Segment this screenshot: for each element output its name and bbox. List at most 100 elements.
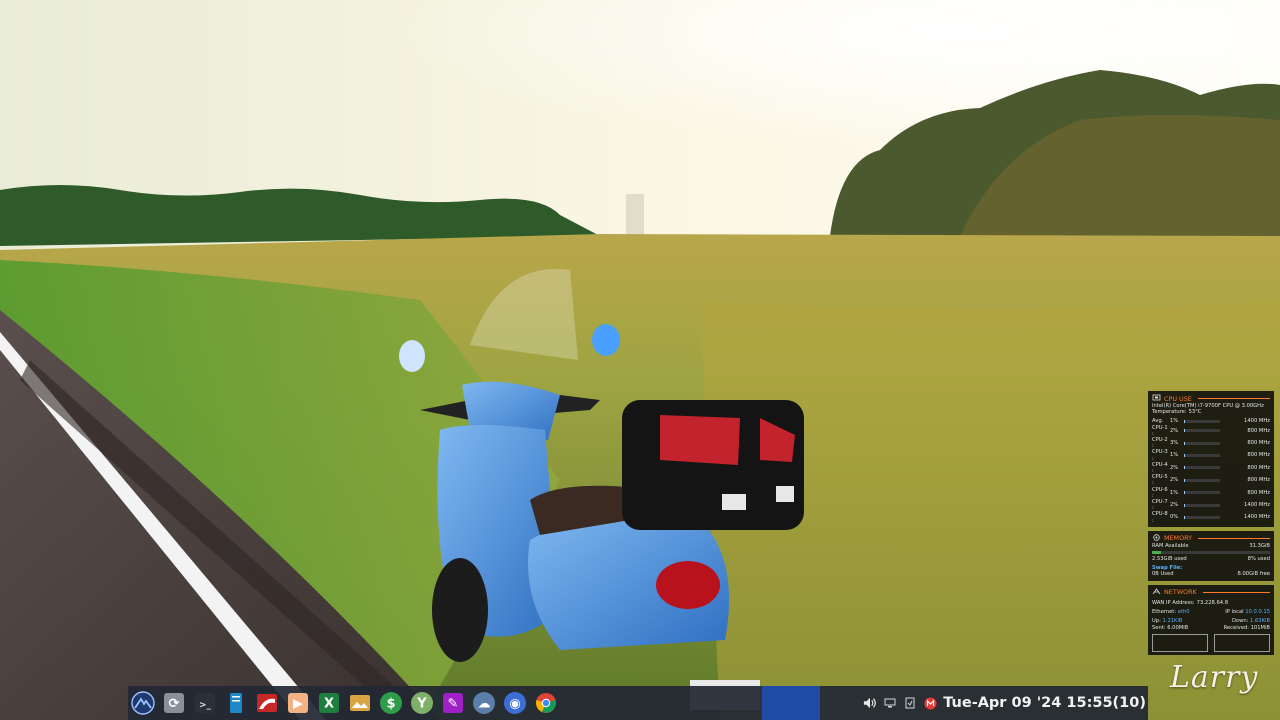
cpu-core-percent: 2% [1170, 477, 1179, 484]
ram-label: RAM Available [1152, 542, 1189, 549]
up-rate: 1.21KiB [1162, 618, 1183, 625]
ip-local: 10.0.0.15 [1245, 608, 1270, 615]
cpu-core-bar-fill [1184, 478, 1185, 482]
cpu-core-percent: 1% [1170, 452, 1179, 459]
memory-icon [1152, 534, 1161, 543]
cpu-core-label: CPU-8 : [1152, 511, 1168, 524]
taskbar: ⟳ >_ ▶ X $ Y ✎ ☁ ◉ Tue-Apr 09 '24 15:55(… [128, 686, 1148, 720]
spreadsheet-icon[interactable]: X [316, 690, 342, 716]
cpu-core-label: CPU-6 : [1152, 486, 1168, 499]
cpu-core-label: CPU-3 : [1152, 449, 1168, 462]
ram-usage-fill [1152, 551, 1162, 555]
cpu-temperature-label: Temperature: [1152, 409, 1187, 415]
sent-label: Sent: [1152, 624, 1166, 631]
memory-header-label: MEMORY [1164, 534, 1193, 543]
cpu-core-frequency: 800 MHz [1247, 427, 1270, 434]
cpu-core-bar [1184, 491, 1220, 495]
ram-used: 2.53GiB used [1152, 556, 1187, 563]
cpu-core-frequency: 800 MHz [1247, 452, 1270, 459]
received-total: 101MiB [1250, 624, 1270, 631]
network-icon [1152, 587, 1161, 597]
cpu-core-row: CPU-5 :2% 800 MHz [1152, 474, 1270, 486]
cpu-core-percent: 3% [1170, 440, 1179, 446]
cpu-core-bar-fill [1184, 491, 1185, 495]
svg-text:>_: >_ [199, 701, 212, 711]
cpu-core-bar-fill [1184, 429, 1185, 433]
taskbar-clock[interactable]: Tue-Apr 09 '24 15:55(10) [943, 695, 1146, 711]
cpu-header-label: CPU USE [1164, 394, 1192, 403]
cpu-panel: CPU USE Intel(R) Core(TM) i7-9700F CPU @… [1148, 391, 1274, 527]
ram-usage-bar [1152, 551, 1270, 555]
download-graph [1214, 633, 1270, 652]
file-manager-icon[interactable] [223, 690, 249, 716]
cpu-core-bar [1184, 454, 1220, 458]
network-tray-icon[interactable] [883, 696, 897, 710]
refresh-icon[interactable]: ⟳ [161, 690, 187, 716]
swap-free: 8.00GiB free [1237, 571, 1270, 578]
upload-graph [1152, 633, 1208, 652]
cpu-core-bar-fill [1184, 503, 1185, 507]
received-label: Received: [1223, 624, 1249, 631]
cpu-core-label: CPU-2 : [1152, 436, 1168, 450]
cpu-core-percent: 2% [1170, 502, 1179, 509]
active-window-button[interactable] [762, 686, 820, 720]
cpu-core-bar [1184, 503, 1220, 507]
cpu-core-bar-fill [1184, 441, 1186, 445]
tools-icon[interactable]: Y [409, 690, 435, 716]
ram-used-percent: 8% used [1247, 556, 1270, 563]
cpu-core-bar [1184, 441, 1220, 445]
weather-icon[interactable]: ☁ [471, 690, 497, 716]
memory-panel: MEMORY RAM Available 31.3GiB 2.53GiB use… [1148, 530, 1274, 581]
svg-text:⟳: ⟳ [169, 697, 180, 712]
text-editor-icon[interactable]: ✎ [440, 690, 466, 716]
ethernet-iface: eth0 [1177, 608, 1190, 615]
cpu-core-bar [1184, 429, 1220, 433]
swap-row: 0B Used 8.00GiB free [1152, 571, 1270, 577]
cpu-core-bar [1184, 466, 1220, 470]
red-app-icon[interactable] [254, 690, 280, 716]
cpu-core-label: CPU-1 : [1152, 424, 1168, 437]
cpu-core-frequency: 800 MHz [1247, 464, 1270, 471]
ethernet-label: Ethernet: [1152, 608, 1177, 615]
cpu-core-label: CPU-5 : [1152, 474, 1168, 487]
wan-label: WAN IP Address: [1152, 599, 1195, 606]
ram-row: RAM Available 31.3GiB [1152, 543, 1270, 549]
browser-icon[interactable]: ◉ [502, 690, 528, 716]
svg-text:▶: ▶ [293, 697, 303, 712]
updater-tray-icon[interactable] [903, 696, 917, 710]
cpu-core-list: Avg. 1% 1400 MHz CPU-1 :2% 800 MHz CPU-2 :3% 8… [1152, 418, 1270, 523]
wallpaper-signature: Larry [1170, 660, 1259, 695]
volume-icon[interactable] [863, 696, 877, 710]
cpu-core-row: CPU-3 :1% 800 MHz [1152, 449, 1270, 461]
svg-text:Y: Y [416, 697, 427, 712]
cpu-core-frequency: 1400 MHz [1244, 502, 1270, 509]
svg-text:☁: ☁ [478, 697, 491, 712]
svg-text:X: X [324, 697, 334, 712]
swap-used: 0B Used [1152, 571, 1174, 578]
media-player-icon[interactable]: ▶ [285, 690, 311, 716]
cpu-core-percent: 2% [1170, 464, 1179, 471]
system-tray: Tue-Apr 09 '24 15:55(10) [863, 686, 1148, 720]
cpu-temperature-value: 53°C [1188, 409, 1202, 415]
mx-menu-icon[interactable] [130, 690, 156, 716]
network-header-label: NETWORK [1164, 588, 1197, 597]
photo-viewer-icon[interactable] [347, 690, 373, 716]
up-label: Up: [1152, 618, 1161, 625]
cpu-icon [1152, 394, 1161, 403]
svg-text:◉: ◉ [509, 697, 520, 712]
cpu-core-row: CPU-7 :2% 1400 MHz [1152, 499, 1270, 511]
cpu-header: CPU USE [1152, 394, 1270, 403]
cpu-core-bar-fill [1184, 466, 1185, 470]
network-panel: NETWORK WAN IP Address: 73.228.64.8 Ethe… [1148, 584, 1274, 655]
network-header-rule [1202, 591, 1270, 593]
mail-notifier-icon[interactable] [923, 696, 937, 710]
cpu-core-frequency: 800 MHz [1247, 440, 1270, 446]
cpu-core-percent: 1% [1170, 489, 1179, 496]
cpu-core-bar-fill [1184, 454, 1185, 458]
sent-total: 6.00MiB [1167, 624, 1189, 631]
cpu-core-label: CPU-7 : [1152, 498, 1168, 512]
network-header: NETWORK [1152, 587, 1270, 597]
money-manager-icon[interactable]: $ [378, 690, 404, 716]
chrome-icon[interactable] [533, 690, 559, 716]
terminal-icon[interactable]: >_ [192, 690, 218, 716]
